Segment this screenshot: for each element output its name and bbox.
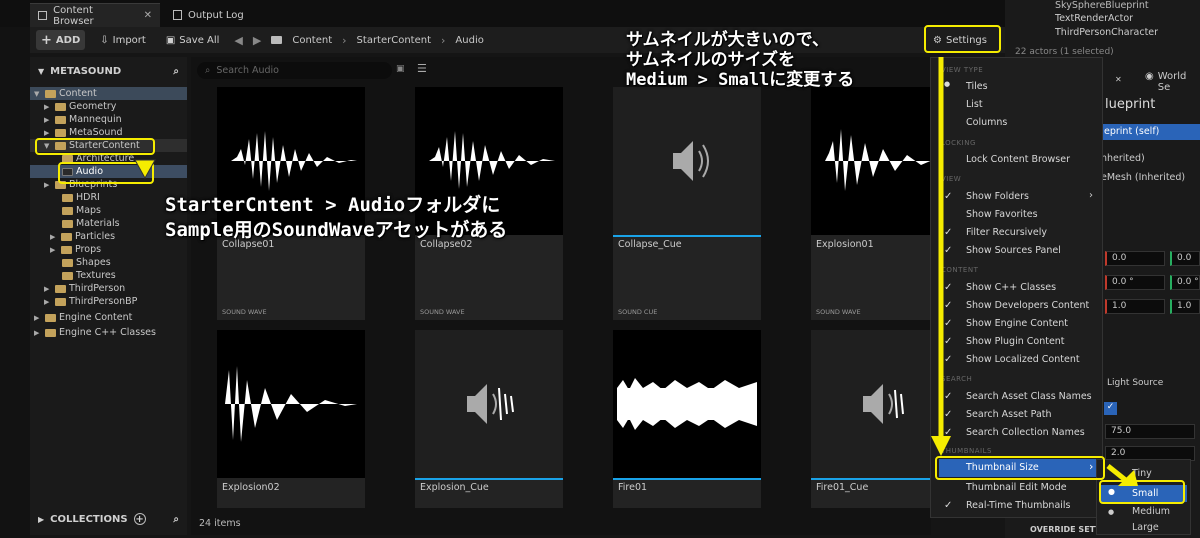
annotation-line: サムネイルのサイズを	[626, 50, 796, 70]
annotation-line: StarterCntent > Audioフォルダに	[165, 194, 501, 216]
annotation-line: Sample用のSoundWaveアセットがある	[165, 219, 508, 241]
annotation-arrows	[134, 57, 1138, 486]
annotation-top: サムネイルが大きいので、 サムネイルのサイズを Medium > Smallに変…	[626, 30, 854, 90]
annotation-line: Medium > Smallに変更する	[626, 70, 855, 90]
annotation-left: StarterCntent > Audioフォルダに Sample用のSound…	[165, 193, 507, 243]
arrow-down-icon	[931, 436, 951, 456]
arrow-down-icon	[134, 159, 156, 180]
annotation-line: サムネイルが大きいので、	[626, 30, 829, 50]
